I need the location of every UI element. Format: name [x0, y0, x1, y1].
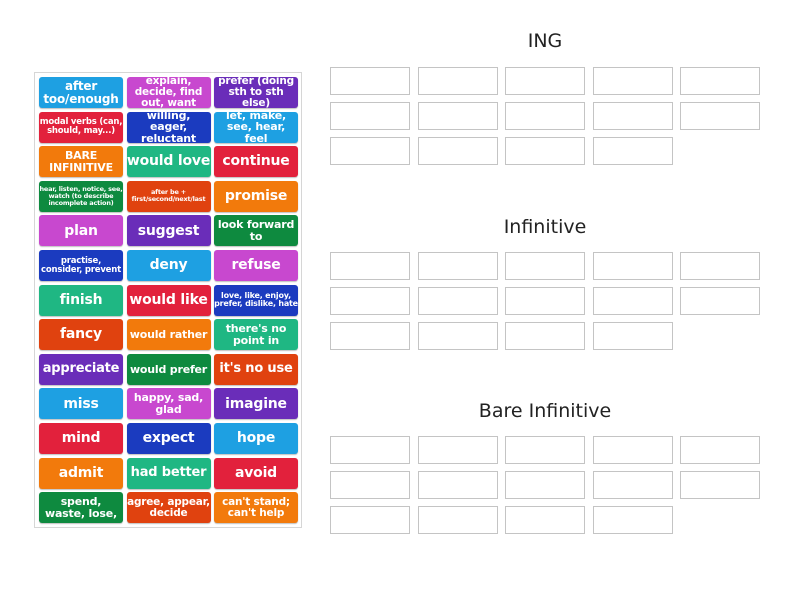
word-tile[interactable]: continue [214, 146, 298, 178]
drop-slot[interactable] [330, 287, 410, 315]
word-tile[interactable]: it's no use [214, 353, 298, 385]
word-tile[interactable]: expect [126, 423, 211, 454]
word-tile[interactable]: willing, eager, reluctant [126, 111, 211, 143]
word-tile[interactable]: fancy [39, 319, 123, 351]
drop-slot[interactable] [680, 436, 760, 464]
word-tile[interactable]: would rather [126, 319, 211, 351]
drop-slot[interactable] [330, 471, 410, 499]
word-tile[interactable]: can't stand; can't help [214, 492, 298, 524]
word-tile[interactable]: hope [214, 423, 298, 454]
drop-slot[interactable] [592, 506, 673, 534]
drop-slot[interactable] [505, 287, 585, 315]
word-tile[interactable]: there's no point in [214, 319, 298, 351]
word-tile[interactable]: would like [126, 284, 211, 316]
drop-slot[interactable] [330, 137, 410, 165]
word-tile[interactable]: promise [214, 180, 298, 212]
word-tile[interactable]: BARE INFINITIVE [39, 146, 123, 178]
word-tile[interactable]: spend, waste, lose, [39, 492, 123, 524]
word-tile[interactable]: happy, sad, glad [126, 388, 211, 420]
drop-slot[interactable] [417, 471, 498, 499]
drop-slot[interactable] [417, 137, 498, 165]
drop-slot[interactable] [330, 252, 410, 280]
drop-slot[interactable] [330, 436, 410, 464]
word-tile[interactable]: prefer (doing sth to sth else) [214, 77, 298, 108]
drop-slot[interactable] [417, 102, 498, 130]
word-tile[interactable]: look forward to [214, 215, 298, 247]
drop-slot[interactable] [592, 137, 673, 165]
group-title: Bare Infinitive [478, 400, 612, 422]
drop-slot[interactable] [592, 252, 673, 280]
drop-slot[interactable] [592, 102, 673, 130]
word-tile[interactable]: explain, decide, find out, want [126, 77, 211, 108]
drop-slot[interactable] [680, 67, 760, 95]
word-tile[interactable]: suggest [126, 215, 211, 247]
word-tile[interactable]: refuse [214, 250, 298, 281]
drop-slot[interactable] [505, 436, 585, 464]
drop-slot[interactable] [505, 252, 585, 280]
drop-slot[interactable] [330, 67, 410, 95]
drop-slot[interactable] [417, 436, 498, 464]
drop-slot[interactable] [417, 322, 498, 350]
drop-slot[interactable] [680, 287, 760, 315]
word-tile[interactable]: miss [39, 388, 123, 420]
word-tile[interactable]: would prefer [126, 353, 211, 385]
drop-slot[interactable] [417, 252, 498, 280]
drop-slot[interactable] [680, 471, 760, 499]
word-tile[interactable]: let, make, see, hear, feel [214, 111, 298, 143]
drop-slot[interactable] [680, 252, 760, 280]
word-tile[interactable]: agree, appear, decide [126, 492, 211, 524]
drop-slot[interactable] [592, 67, 673, 95]
word-tile[interactable]: admit [39, 457, 123, 489]
drop-slot[interactable] [592, 436, 673, 464]
drop-slot[interactable] [330, 102, 410, 130]
drop-slot[interactable] [680, 102, 760, 130]
word-tile[interactable]: modal verbs (can, should, may...) [39, 111, 123, 143]
drop-slot[interactable] [505, 471, 585, 499]
drop-slot[interactable] [505, 137, 585, 165]
drop-slot[interactable] [417, 67, 498, 95]
drop-slot[interactable] [330, 506, 410, 534]
drop-slot[interactable] [330, 322, 410, 350]
word-tile[interactable]: after be + first/second/next/last [126, 180, 211, 212]
drop-slot[interactable] [505, 102, 585, 130]
word-tile[interactable]: love, like, enjoy, prefer, dislike, hate [214, 284, 298, 316]
word-tile[interactable]: appreciate [39, 353, 123, 385]
word-tile[interactable]: finish [39, 284, 123, 316]
drop-slot[interactable] [592, 322, 673, 350]
word-tile[interactable]: avoid [214, 457, 298, 489]
word-tile[interactable]: after too/enough [39, 77, 123, 108]
drop-slot[interactable] [592, 471, 673, 499]
word-tile[interactable]: plan [39, 215, 123, 247]
word-tile[interactable]: had better [126, 457, 211, 489]
word-tile[interactable]: imagine [214, 388, 298, 420]
word-tile[interactable]: hear, listen, notice, see, watch (to des… [39, 180, 123, 212]
drop-slot[interactable] [592, 287, 673, 315]
drop-slot[interactable] [505, 322, 585, 350]
drop-slot[interactable] [417, 506, 498, 534]
word-tile[interactable]: mind [39, 423, 123, 454]
group-title: ING [527, 30, 563, 52]
word-tile[interactable]: would love [126, 146, 211, 178]
drop-slot[interactable] [505, 506, 585, 534]
drop-slot[interactable] [505, 67, 585, 95]
word-tile[interactable]: practise, consider, prevent [39, 250, 123, 281]
word-tile-tray: after too/enough explain, decide, find ou… [34, 72, 302, 528]
word-tile[interactable]: deny [126, 250, 211, 281]
drop-slot[interactable] [417, 287, 498, 315]
group-title: Infinitive [503, 216, 587, 238]
